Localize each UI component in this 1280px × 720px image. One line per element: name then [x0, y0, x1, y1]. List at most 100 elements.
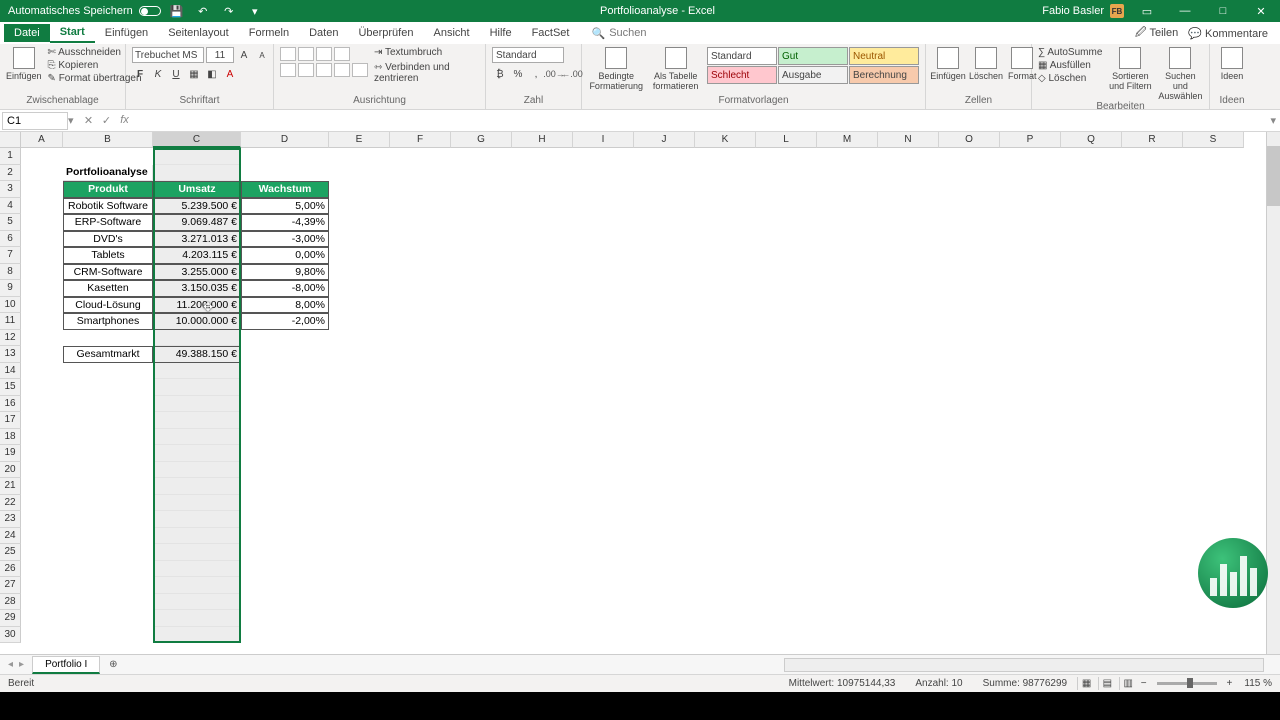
cell-C29[interactable] [153, 610, 241, 627]
cell-C22[interactable] [153, 495, 241, 512]
autosave-toggle[interactable] [139, 6, 161, 16]
row-header-22[interactable]: 22 [0, 495, 21, 512]
font-color-button[interactable]: A [222, 66, 238, 82]
cell-C11[interactable]: 10.000.000 € [153, 313, 241, 330]
row-header-6[interactable]: 6 [0, 231, 21, 248]
percent-format-button[interactable]: % [510, 66, 526, 82]
tab-pagelayout[interactable]: Seitenlayout [158, 24, 239, 42]
number-format-selector[interactable]: Standard [492, 47, 564, 63]
row-header-19[interactable]: 19 [0, 445, 21, 462]
decrease-decimal-button[interactable]: ←.00 [564, 66, 580, 82]
row-header-17[interactable]: 17 [0, 412, 21, 429]
row-header-24[interactable]: 24 [0, 528, 21, 545]
formula-expand-icon[interactable]: ▾ [1266, 114, 1280, 127]
user-avatar[interactable]: FB [1110, 4, 1124, 18]
column-header-C[interactable]: C [153, 132, 241, 148]
decrease-font-icon[interactable]: A [254, 47, 270, 63]
sheet-tab-portfolio[interactable]: Portfolio I [32, 656, 100, 674]
cell-D4[interactable]: 5,00% [241, 198, 329, 215]
row-header-27[interactable]: 27 [0, 577, 21, 594]
vertical-scrollbar[interactable] [1266, 132, 1280, 654]
cell-styles-gallery[interactable]: Standard Gut Neutral Schlecht Ausgabe Be… [707, 47, 919, 84]
cell-B8[interactable]: CRM-Software [63, 264, 153, 281]
row-header-5[interactable]: 5 [0, 214, 21, 231]
cell-D6[interactable]: -3,00% [241, 231, 329, 248]
column-header-A[interactable]: A [21, 132, 63, 148]
accounting-format-button[interactable]: ₿ [492, 66, 508, 82]
cell-B10[interactable]: Cloud-Lösung [63, 297, 153, 314]
row-header-7[interactable]: 7 [0, 247, 21, 264]
align-bottom-button[interactable] [316, 47, 332, 61]
align-right-button[interactable] [316, 63, 332, 77]
cell-C4[interactable]: 5.239.500 € [153, 198, 241, 215]
column-header-S[interactable]: S [1183, 132, 1244, 148]
indent-increase-button[interactable] [352, 63, 368, 77]
cell-C3[interactable]: Umsatz [153, 181, 241, 198]
style-berechnung[interactable]: Berechnung [849, 66, 919, 84]
cancel-formula-icon[interactable]: ✕ [80, 114, 98, 127]
row-header-30[interactable]: 30 [0, 627, 21, 644]
cell-C1[interactable] [153, 148, 241, 165]
align-middle-button[interactable] [298, 47, 314, 61]
cell-B6[interactable]: DVD's [63, 231, 153, 248]
row-header-12[interactable]: 12 [0, 330, 21, 347]
comma-format-button[interactable]: , [528, 66, 544, 82]
row-header-4[interactable]: 4 [0, 198, 21, 215]
cell-C5[interactable]: 9.069.487 € [153, 214, 241, 231]
bold-button[interactable]: F [132, 66, 148, 82]
cell-D5[interactable]: -4,39% [241, 214, 329, 231]
column-header-M[interactable]: M [817, 132, 878, 148]
tab-data[interactable]: Daten [299, 24, 348, 42]
qat-customize-icon[interactable]: ▾ [247, 5, 263, 18]
column-header-F[interactable]: F [390, 132, 451, 148]
row-header-3[interactable]: 3 [0, 181, 21, 198]
row-header-25[interactable]: 25 [0, 544, 21, 561]
row-header-10[interactable]: 10 [0, 297, 21, 314]
align-left-button[interactable] [280, 63, 296, 77]
maximize-button[interactable]: □ [1204, 0, 1242, 22]
column-header-E[interactable]: E [329, 132, 390, 148]
tab-view[interactable]: Ansicht [423, 24, 479, 42]
view-pagebreak-icon[interactable]: ▥ [1119, 677, 1137, 690]
row-header-14[interactable]: 14 [0, 363, 21, 380]
zoom-slider[interactable] [1157, 682, 1217, 685]
row-header-20[interactable]: 20 [0, 462, 21, 479]
sheet-nav-prev-icon[interactable]: ◂ [8, 659, 13, 670]
row-header-9[interactable]: 9 [0, 280, 21, 297]
find-select-button[interactable]: Suchen und Auswählen [1158, 47, 1202, 101]
zoom-out-button[interactable]: − [1137, 678, 1151, 689]
delete-cells-button[interactable]: Löschen [970, 47, 1002, 81]
row-header-26[interactable]: 26 [0, 561, 21, 578]
row-header-18[interactable]: 18 [0, 429, 21, 446]
sort-filter-button[interactable]: Sortieren und Filtern [1108, 47, 1152, 91]
tab-review[interactable]: Überprüfen [348, 24, 423, 42]
font-size-selector[interactable]: 11 [206, 47, 234, 63]
cell-C9[interactable]: 3.150.035 € [153, 280, 241, 297]
column-header-Q[interactable]: Q [1061, 132, 1122, 148]
row-header-23[interactable]: 23 [0, 511, 21, 528]
cell-B7[interactable]: Tablets [63, 247, 153, 264]
cell-C28[interactable] [153, 594, 241, 611]
cell-B2[interactable]: Portfolioanalyse [63, 165, 153, 182]
enter-formula-icon[interactable]: ✓ [98, 114, 116, 127]
underline-button[interactable]: U [168, 66, 184, 82]
add-sheet-button[interactable]: ⊕ [104, 656, 122, 674]
column-header-B[interactable]: B [63, 132, 153, 148]
cell-C21[interactable] [153, 478, 241, 495]
tab-help[interactable]: Hilfe [480, 24, 522, 42]
tell-me-search[interactable]: 🔍 Suchen [591, 27, 646, 40]
cell-C27[interactable] [153, 577, 241, 594]
column-header-I[interactable]: I [573, 132, 634, 148]
column-header-P[interactable]: P [1000, 132, 1061, 148]
italic-button[interactable]: K [150, 66, 166, 82]
undo-icon[interactable]: ↶ [195, 5, 211, 18]
row-header-2[interactable]: 2 [0, 165, 21, 182]
row-header-21[interactable]: 21 [0, 478, 21, 495]
row-header-28[interactable]: 28 [0, 594, 21, 611]
cell-C6[interactable]: 3.271.013 € [153, 231, 241, 248]
sheet-nav-next-icon[interactable]: ▸ [19, 659, 24, 670]
style-standard[interactable]: Standard [707, 47, 777, 65]
format-as-table-button[interactable]: Als Tabelle formatieren [650, 47, 701, 91]
view-normal-icon[interactable]: ▦ [1077, 677, 1095, 690]
clear-button[interactable]: ◇ Löschen [1038, 73, 1102, 84]
